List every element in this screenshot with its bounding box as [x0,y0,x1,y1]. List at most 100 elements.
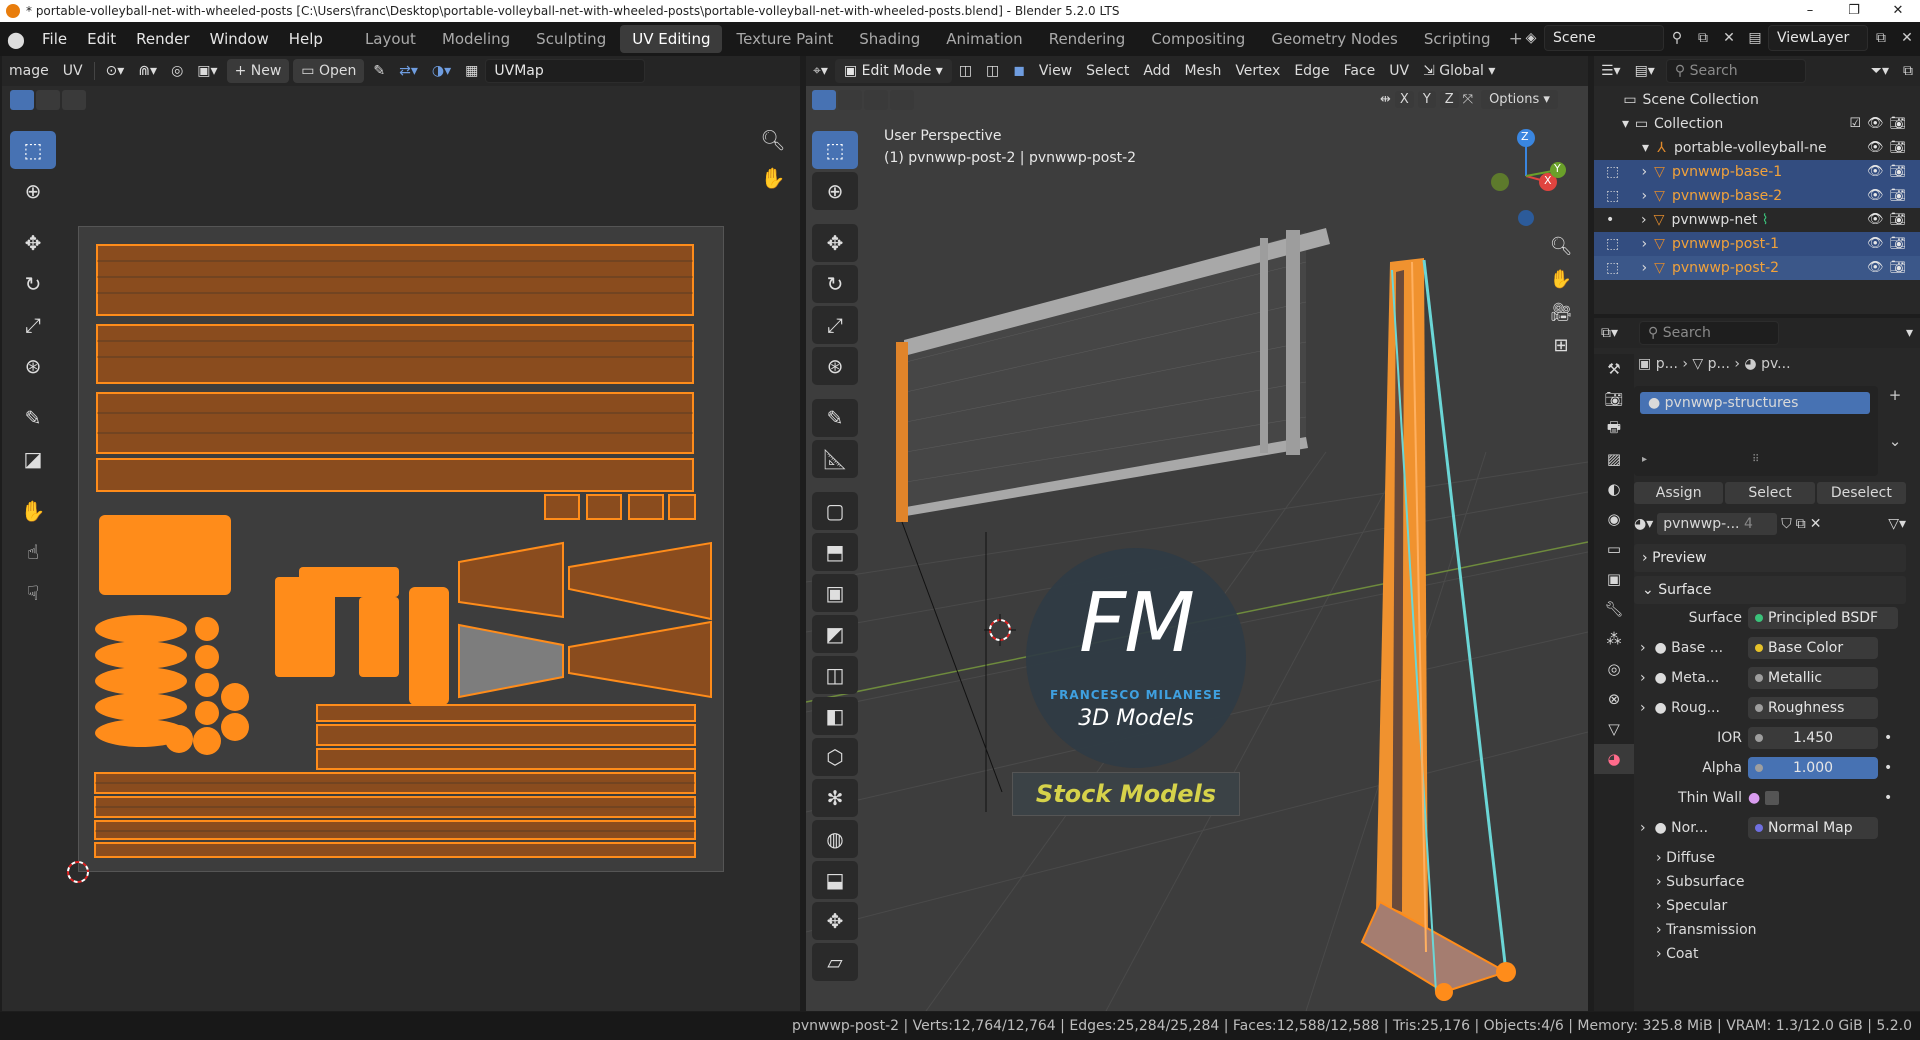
outliner-item[interactable]: ▾ ⅄ portable-volleyball-ne 👁︎📷︎ [1594,136,1920,160]
tab-scripting[interactable]: Scripting [1412,25,1503,53]
spin-tool-icon[interactable]: ✻ [812,779,858,817]
viewport-select-mode[interactable] [812,90,914,110]
select-mode-new-icon[interactable] [10,90,34,110]
bevel-tool-icon[interactable]: ◩ [812,615,858,653]
measure-tool-icon[interactable]: 📐︎ [812,440,858,478]
pan-icon[interactable]: ✋ [1546,269,1576,290]
select-mode-new-icon[interactable] [812,90,836,110]
visibility-icons[interactable]: 👁︎📷︎ [1867,184,1912,208]
3d-viewport[interactable]: ⌖▾ ▣ Edit Mode ▾ ◫ ◫ ◼ View Select Add M… [806,56,1588,1011]
tab-geometry-nodes[interactable]: Geometry Nodes [1259,25,1410,53]
rotate-tool-icon[interactable]: ↻ [812,265,858,303]
pinch-tool-icon[interactable]: ☟ [10,574,56,612]
filter-icon[interactable]: ⏷▾ [1864,63,1896,79]
roughness-row[interactable]: › ● Roug... [1640,696,1720,720]
metallic-field[interactable]: Metallic [1748,667,1878,689]
base-color-field[interactable]: Base Color [1748,637,1878,659]
fake-user-icon[interactable]: ⛉ [1781,516,1792,532]
alpha-field[interactable]: 1.000 [1748,757,1878,779]
menu-add[interactable]: Add [1136,63,1177,79]
tab-uv-editing[interactable]: UV Editing [620,25,723,53]
link-type-icon[interactable]: ▽▾ [1888,516,1906,532]
output-tab-icon[interactable]: 🖶︎ [1594,414,1634,444]
transform-tool-icon[interactable]: ⊛ [10,347,56,385]
ior-keyframe-icon[interactable]: • [1884,726,1892,750]
select-button[interactable]: Select [1725,482,1815,504]
world-tab-icon[interactable]: ◉ [1594,504,1634,534]
menu-render[interactable]: Render [126,25,199,53]
visibility-icons[interactable]: 👁︎📷︎ [1867,232,1912,256]
smooth-tool-icon[interactable]: ◍ [812,820,858,858]
particles-tab-icon[interactable]: ⁂ [1594,624,1634,654]
menu-window[interactable]: Window [200,25,279,53]
annotate-tool-icon[interactable]: ✎ [812,399,858,437]
display-mode-icon[interactable]: ▤▾ [1628,63,1662,79]
collection-tab-icon[interactable]: ▭ [1594,534,1634,564]
pivot-icon[interactable]: ⊙▾ [99,63,132,79]
new-viewlayer-icon[interactable]: ⧉ [1868,25,1894,51]
cursor-tool-icon[interactable]: ⊕ [10,172,56,210]
tab-animation[interactable]: Animation [934,25,1034,53]
vertex-select-icon[interactable]: ◫ [952,63,979,79]
slot-menu-icon[interactable]: ⌄ [1884,432,1906,450]
relax-tool-icon[interactable]: ☝ [10,533,56,571]
outliner-editor-icon[interactable]: ☰▾ [1594,63,1628,79]
list-resize-handle[interactable]: ⠿ [1752,454,1759,465]
pin-image-icon[interactable]: ✎ [366,63,392,79]
list-expand-icon[interactable]: ▸ [1642,454,1647,465]
rotate-tool-icon[interactable]: ↻ [10,265,56,303]
snap-icon[interactable]: ⋒▾ [131,63,164,79]
grab-tool-icon[interactable]: ✋ [10,492,56,530]
select-mode-subtract-icon[interactable] [62,90,86,110]
material-slot-item[interactable]: ● pvnwwp-structures [1640,392,1870,414]
open-image-button[interactable]: ▭ Open [293,59,365,83]
shrink-tool-icon[interactable]: ✥ [812,902,858,940]
pin-icon[interactable]: ⚲ [1664,25,1690,51]
tab-shading[interactable]: Shading [847,25,932,53]
zoom-icon[interactable]: 🔍︎ [758,128,788,152]
options-dropdown[interactable]: Options ▾ [1481,90,1558,109]
mirror-x-toggle[interactable]: X [1394,91,1414,108]
mirror-z-toggle[interactable]: Z [1439,91,1459,108]
thin-wall-box[interactable] [1764,791,1779,805]
camera-icon[interactable]: 🎥︎ [1546,302,1576,323]
maximize-button[interactable]: ❐ [1832,0,1876,22]
thin-wall-keyframe-icon[interactable]: • [1884,786,1892,810]
select-mode-intersect-icon[interactable] [890,90,914,110]
material-name-field[interactable]: pvnwwp-... 4 [1657,513,1778,535]
visibility-icons[interactable]: 👁︎📷︎ [1867,256,1912,280]
alpha-keyframe-icon[interactable]: • [1884,756,1892,780]
menu-uv[interactable]: UV [1382,63,1416,79]
delete-scene-icon[interactable]: ✕ [1716,25,1742,51]
move-tool-icon[interactable]: ✥ [812,224,858,262]
surface-panel[interactable]: ⌄ Surface [1634,576,1906,604]
unlink-material-icon[interactable]: ✕ [1810,516,1822,532]
scale-tool-icon[interactable]: ⤢ [10,306,56,344]
menu-edge[interactable]: Edge [1287,63,1336,79]
face-select-icon[interactable]: ◼ [1006,63,1032,79]
deselect-button[interactable]: Deselect [1816,482,1906,504]
constraints-tab-icon[interactable]: ⊗ [1594,684,1634,714]
pan-icon[interactable]: ✋ [758,166,788,190]
menu-file[interactable]: File [32,25,77,53]
menu-face[interactable]: Face [1337,63,1383,79]
inset-tool-icon[interactable]: ▣ [812,574,858,612]
proportional-edit-icon[interactable]: ◎ [164,63,190,79]
metallic-row[interactable]: › ● Meta... [1640,666,1719,690]
render-tab-icon[interactable]: 📷︎ [1594,384,1634,414]
add-slot-icon[interactable]: + [1884,386,1906,404]
view-layer-tab-icon[interactable]: ▨ [1594,444,1634,474]
tab-modeling[interactable]: Modeling [430,25,522,53]
mode-selector[interactable]: ▣ Edit Mode ▾ [834,59,952,83]
knife-tool-icon[interactable]: ◧ [812,697,858,735]
overlays-icon[interactable]: ◑▾ [425,63,458,79]
select-mode-extend-icon[interactable] [36,90,60,110]
outliner-item[interactable]: • › ▽ pvnwwp-net ⌇ 👁︎📷︎ [1594,208,1920,232]
roughness-field[interactable]: Roughness [1748,697,1878,719]
new-collection-icon[interactable]: ⧉ [1896,63,1920,79]
navigation-gizmo[interactable]: Z X Y [1476,126,1576,226]
properties-editor-icon[interactable]: ⧉▾ [1594,325,1625,341]
mirror-y-toggle[interactable]: Y [1417,91,1436,108]
zoom-icon[interactable]: 🔍︎ [1546,236,1576,257]
coat-subpanel[interactable]: › Coat [1656,942,1698,966]
